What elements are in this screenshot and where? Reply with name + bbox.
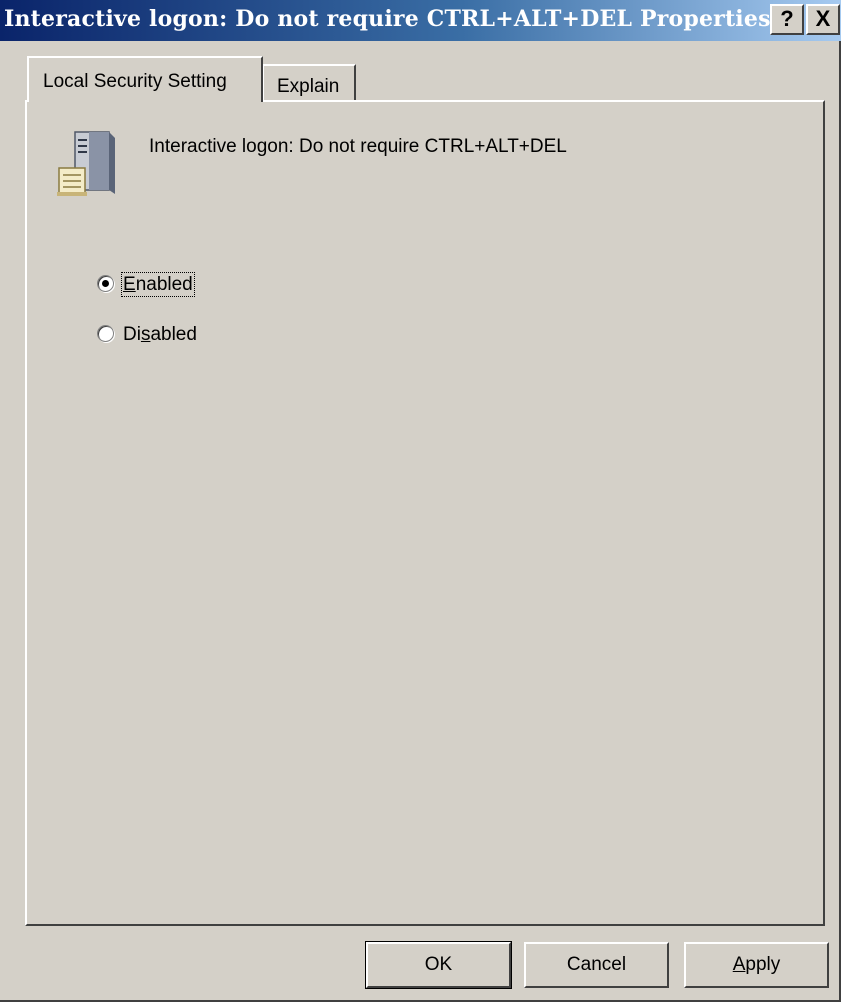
tab-local-security-setting[interactable]: Local Security Setting bbox=[27, 56, 263, 102]
tab-label: Explain bbox=[277, 76, 340, 97]
tab-panel: Interactive logon: Do not require CTRL+A… bbox=[25, 100, 825, 926]
properties-dialog: Interactive logon: Do not require CTRL+A… bbox=[0, 0, 841, 1002]
apply-button[interactable]: Apply bbox=[684, 942, 829, 988]
tab-explain[interactable]: Explain bbox=[262, 64, 356, 102]
disabled-label: Disabled bbox=[123, 324, 197, 345]
policy-title: Interactive logon: Do not require CTRL+A… bbox=[149, 136, 567, 157]
disabled-radio[interactable] bbox=[97, 325, 114, 343]
cancel-button[interactable]: Cancel bbox=[524, 942, 669, 988]
enabled-label: Enabled bbox=[121, 272, 195, 297]
ok-button[interactable]: OK bbox=[365, 941, 512, 989]
title-bar[interactable]: Interactive logon: Do not require CTRL+A… bbox=[0, 0, 841, 41]
enabled-radio[interactable] bbox=[97, 275, 114, 293]
disabled-option[interactable]: Disabled bbox=[97, 324, 197, 346]
tab-label: Local Security Setting bbox=[43, 71, 227, 92]
enabled-option[interactable]: Enabled bbox=[97, 272, 195, 297]
window-title: Interactive logon: Do not require CTRL+A… bbox=[4, 6, 771, 32]
close-button[interactable]: X bbox=[806, 4, 840, 35]
help-button[interactable]: ? bbox=[770, 4, 804, 35]
server-policy-icon bbox=[57, 131, 115, 196]
